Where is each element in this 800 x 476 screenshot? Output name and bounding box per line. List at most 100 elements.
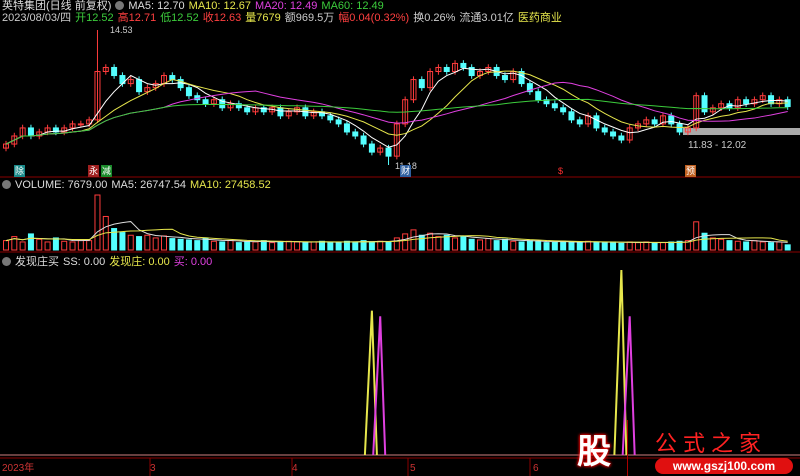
candle-body — [743, 99, 750, 105]
volume-bar — [393, 237, 400, 251]
candle-body — [535, 91, 542, 101]
change: 幅0.04(0.32%) — [338, 12, 410, 24]
volume-bar — [69, 241, 76, 251]
volume-bar — [626, 241, 633, 251]
volume-bar — [560, 240, 567, 251]
volume-bar — [127, 234, 134, 251]
candle-body — [77, 123, 84, 126]
volume-bar — [709, 237, 716, 251]
volume-bar — [327, 241, 334, 251]
indicator-name: 发现庄买 — [15, 256, 59, 268]
volume-value: VOLUME: 7679.00 — [15, 179, 108, 191]
candle-body — [551, 103, 558, 109]
ma60-value: MA60: 12.49 — [321, 0, 384, 12]
sector[interactable]: 医药商业 — [518, 12, 562, 24]
indicator-header: 发现庄买 SS: 0.00 发现庄: 0.00 买: 0.00 — [2, 256, 216, 268]
volume-bar — [77, 239, 84, 251]
fx-value: 发现庄: 0.00 — [109, 256, 170, 268]
volume-bar — [526, 240, 533, 251]
candle-body — [668, 115, 675, 125]
date: 2023/08/03/四 — [2, 12, 72, 24]
price-range-bar — [683, 128, 800, 135]
axis-label: 5 — [410, 463, 416, 474]
volume-bar — [435, 236, 442, 251]
volume-bar — [443, 234, 450, 251]
volume-bar — [269, 242, 276, 251]
high: 高12.71 — [117, 12, 157, 24]
volume-bar — [743, 241, 750, 251]
volume-bar — [119, 232, 126, 251]
candle-body — [352, 131, 359, 137]
candle-body — [244, 107, 251, 113]
marker-yong[interactable]: 永 — [88, 165, 99, 177]
marker-dollar[interactable]: $ — [555, 165, 566, 177]
volume-bar — [94, 194, 101, 251]
volume-bar — [152, 237, 159, 251]
volume-bar — [593, 241, 600, 251]
stock-title: 英特集团(日线 前复权) — [2, 0, 112, 12]
volume-bar — [161, 235, 167, 251]
marker-reduce[interactable]: 减 — [101, 165, 112, 177]
settings-circle-icon[interactable] — [2, 257, 11, 266]
candle-body — [701, 95, 708, 113]
logo-char: 股 — [577, 433, 611, 471]
candle-body — [601, 127, 608, 133]
candle-body — [277, 107, 284, 117]
candle-body — [202, 99, 209, 105]
volume-bar — [227, 240, 234, 251]
ss-value: SS: 0.00 — [63, 256, 106, 268]
volume-bar — [693, 221, 700, 251]
volume-bar — [277, 241, 284, 251]
quote-info: 2023/08/03/四 开12.52 高12.71 低12.52 收12.63 量767… — [2, 12, 566, 24]
volume-bar — [651, 242, 658, 251]
close: 收12.63 — [202, 12, 242, 24]
open: 开12.52 — [75, 12, 114, 24]
candle-body — [593, 115, 600, 129]
candle-body — [27, 127, 34, 137]
marker-forecast[interactable]: 预 — [685, 165, 696, 177]
candle-body — [568, 111, 575, 121]
volume-bar — [169, 238, 176, 251]
volume-bar — [219, 241, 226, 251]
volume-bar — [468, 238, 475, 251]
axis-label: 6 — [533, 463, 539, 474]
settings-circle-icon[interactable] — [2, 180, 11, 189]
marker-finance[interactable]: 财 — [400, 165, 411, 177]
volume-bar — [518, 241, 525, 251]
volume-bar — [485, 238, 492, 251]
volume-bar — [385, 241, 392, 251]
volume-bar — [784, 244, 791, 251]
candle-body — [111, 66, 118, 77]
volume-bar — [718, 238, 725, 251]
volume-bar — [601, 242, 608, 251]
candle-body — [460, 62, 467, 68]
volume-bar — [618, 242, 625, 251]
marker-ex-dividend[interactable]: 除 — [14, 165, 25, 177]
stock-chart[interactable] — [0, 0, 800, 476]
volume-bar — [294, 241, 301, 251]
volume-bar — [668, 241, 675, 251]
volume-bar — [185, 239, 192, 251]
volume-ma5: MA5: 26747.54 — [111, 179, 186, 191]
settings-circle-icon[interactable] — [115, 1, 125, 10]
turnover: 换0.26% — [413, 12, 456, 24]
volume-bar — [252, 241, 259, 251]
volume-bar — [501, 238, 508, 251]
candle-body — [136, 79, 143, 93]
candle-body — [360, 135, 367, 145]
candle-body — [335, 119, 342, 125]
volume-bar — [335, 242, 342, 251]
max-price-label: 14.53 — [110, 25, 133, 35]
volume-bar — [144, 234, 151, 251]
volume-bar — [194, 240, 201, 251]
volume-bar — [3, 240, 9, 251]
volume-bar — [368, 241, 375, 251]
axis-label: 2023年 — [2, 463, 35, 474]
volume-bar — [86, 240, 93, 251]
candle-body — [185, 87, 192, 97]
volume-bar — [136, 236, 143, 251]
watermark-logo: 股 公式之家 www.gszj100.com — [555, 420, 800, 476]
volume-bar — [36, 238, 43, 251]
volume-bar — [235, 242, 242, 251]
volume-ma10: MA10: 27458.52 — [189, 179, 271, 191]
